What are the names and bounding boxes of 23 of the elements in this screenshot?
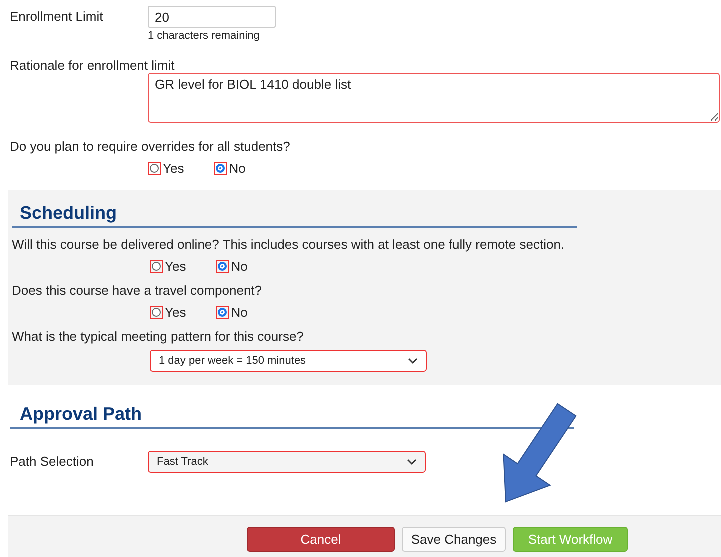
question-text: What is the typical meeting pattern for this course? <box>12 329 305 344</box>
path-selection-dropdown[interactable]: Fast Track <box>148 451 426 473</box>
radio-option[interactable]: Yes <box>150 304 186 320</box>
radio-option[interactable]: No <box>216 258 248 274</box>
enrollment-limit-field[interactable]: 20 <box>148 6 276 28</box>
radio-option[interactable]: Yes <box>148 160 184 176</box>
cancel-button[interactable]: Cancel <box>247 527 395 552</box>
question-text: Will this course be delivered online? This includes courses with at least one fully remote section. <box>12 237 566 252</box>
question-text: Does this course have a travel component? <box>12 283 264 298</box>
chevron-icon <box>408 358 418 364</box>
field-label: Rationale for enrollment limit <box>10 58 176 73</box>
chevron-icon <box>407 459 417 465</box>
field-label: Enrollment Limit <box>10 8 104 24</box>
rationale-field[interactable]: GR level for BIOL 1410 double list <box>148 73 720 123</box>
save-button[interactable]: Save Changes <box>402 527 506 552</box>
field-label: Path Selection <box>10 453 95 469</box>
question-text: Do you plan to require overrides for all students? <box>10 139 292 154</box>
radio-option[interactable]: Yes <box>150 258 186 274</box>
radio-option[interactable]: No <box>214 160 246 176</box>
section-heading: Scheduling <box>12 203 577 228</box>
hint-text: 1 characters remaining <box>148 30 261 42</box>
radio-option[interactable]: No <box>216 304 248 320</box>
meeting-pattern-dropdown[interactable]: 1 day per week = 150 minutes <box>150 350 427 372</box>
